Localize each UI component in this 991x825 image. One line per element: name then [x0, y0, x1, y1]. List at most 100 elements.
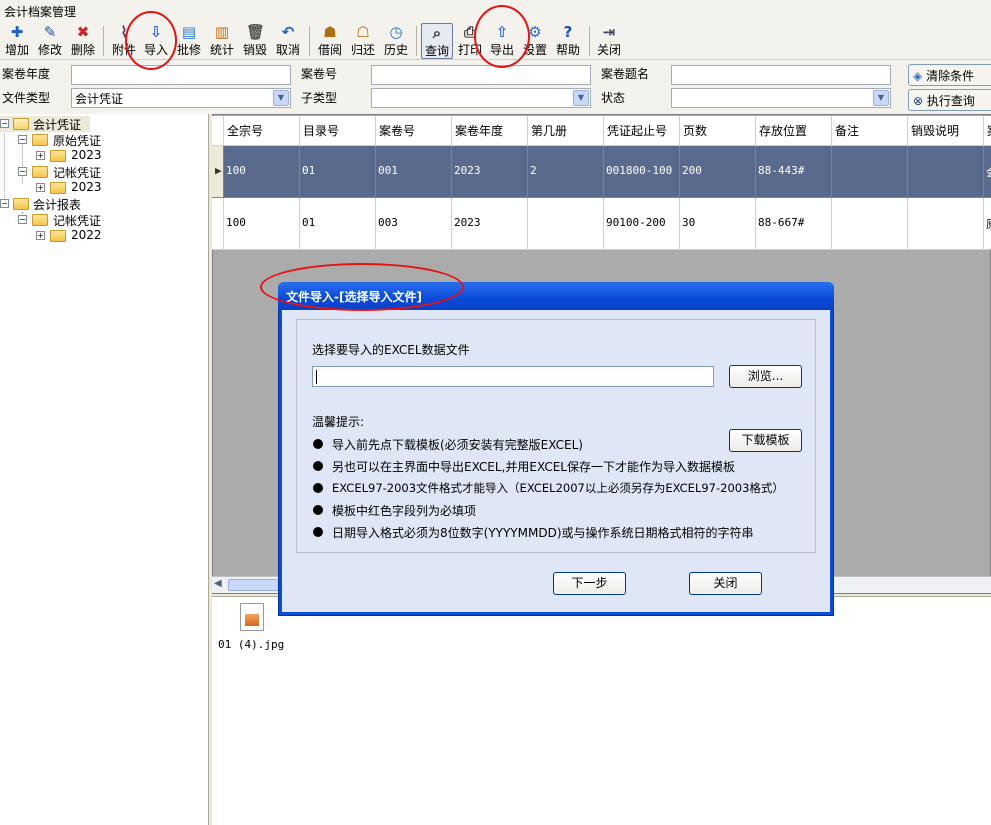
table-cell[interactable]: 30: [680, 198, 756, 250]
column-header[interactable]: 备注: [832, 116, 908, 146]
table-cell[interactable]: 2023: [452, 198, 528, 250]
return-button[interactable]: ☖ 归还: [348, 23, 378, 59]
folder-icon: [32, 214, 48, 226]
volume-no-input[interactable]: [371, 65, 591, 85]
table-cell[interactable]: 88-667#: [756, 198, 832, 250]
column-header[interactable]: 案: [984, 116, 991, 146]
column-header[interactable]: 页数: [680, 116, 756, 146]
collapse-icon[interactable]: −: [0, 199, 9, 208]
expand-icon[interactable]: +: [36, 231, 45, 240]
table-cell[interactable]: 100: [224, 198, 300, 250]
delete-button[interactable]: ✖ 删除: [68, 23, 98, 59]
column-header[interactable]: 存放位置: [756, 116, 832, 146]
table-cell[interactable]: 001: [376, 146, 452, 198]
table-cell[interactable]: 原: [984, 198, 991, 250]
tree-node-accounting-voucher[interactable]: − 会计凭证: [0, 116, 90, 132]
trash-icon: 🗑: [246, 23, 266, 41]
collapse-icon[interactable]: −: [18, 135, 27, 144]
browse-button[interactable]: 浏览...: [729, 365, 802, 388]
help-button[interactable]: ? 帮助: [553, 23, 583, 59]
borrow-button[interactable]: ☗ 借阅: [315, 23, 345, 59]
cancel-button[interactable]: ↶ 取消: [273, 23, 303, 59]
table-cell[interactable]: 90100-200: [604, 198, 680, 250]
folder-icon: [32, 166, 48, 178]
download-template-button[interactable]: 下载模板: [729, 429, 802, 452]
binoculars-icon: ⊗: [913, 94, 924, 108]
add-button[interactable]: ✚ 增加: [2, 23, 32, 59]
tip-item: 导入前先点下载模板(必须安装有完整版EXCEL): [332, 438, 583, 452]
table-cell[interactable]: 2: [528, 146, 604, 198]
collapse-icon[interactable]: −: [18, 215, 27, 224]
table-cell[interactable]: [832, 198, 908, 250]
file-path-input[interactable]: [312, 366, 714, 387]
attachment-filename[interactable]: 01 (4).jpg: [218, 638, 284, 651]
tip-item: 模板中红色字段列为必填项: [332, 504, 477, 518]
toolbar-separator: [103, 26, 104, 56]
file-type-select[interactable]: 会计凭证 ▼: [71, 88, 291, 108]
query-button[interactable]: ⌕ 查询: [421, 23, 453, 59]
collapse-icon[interactable]: −: [18, 167, 27, 176]
edit-button[interactable]: ✎ 修改: [34, 23, 66, 59]
clear-conditions-button[interactable]: ◈ 清除条件: [908, 64, 991, 86]
volume-title-label: 案卷题名: [601, 67, 650, 81]
volume-title-input[interactable]: [671, 65, 891, 85]
column-header[interactable]: 案卷号: [376, 116, 452, 146]
pencil-icon: ✎: [43, 23, 57, 41]
tree-node-year[interactable]: + 2022: [0, 228, 120, 244]
volume-no-label: 案卷号: [301, 67, 338, 81]
tree-node-bookkeeping-voucher[interactable]: − 记帐凭证: [0, 164, 120, 180]
text-caret: [316, 370, 317, 384]
statistics-button[interactable]: ▥ 统计: [207, 23, 237, 59]
table-cell[interactable]: 001800-100: [604, 146, 680, 198]
execute-query-button[interactable]: ⊗ 执行查询: [908, 89, 991, 111]
tree-node-year[interactable]: + 2023: [0, 148, 120, 164]
batch-edit-button[interactable]: ▤ 批修: [174, 23, 204, 59]
table-cell[interactable]: 003: [376, 198, 452, 250]
column-header[interactable]: 案卷年度: [452, 116, 528, 146]
table-cell[interactable]: 2023: [452, 146, 528, 198]
collapse-icon[interactable]: −: [0, 119, 9, 128]
status-select[interactable]: ▼: [671, 88, 891, 108]
table-cell[interactable]: 01: [300, 146, 376, 198]
dialog-close-button[interactable]: 关闭: [689, 572, 762, 595]
exit-button[interactable]: ⇥ 关闭: [594, 23, 624, 59]
image-thumbnail: [245, 614, 259, 626]
next-step-button[interactable]: 下一步: [553, 572, 626, 595]
add-icon: ✚: [10, 23, 24, 41]
scroll-left-icon[interactable]: ◀: [214, 578, 222, 589]
column-header[interactable]: 第几册: [528, 116, 604, 146]
history-button[interactable]: ◷ 历史: [381, 23, 411, 59]
table-cell[interactable]: 会: [984, 146, 991, 198]
tree-node-original-voucher[interactable]: − 原始凭证: [0, 132, 120, 148]
column-header[interactable]: 全宗号: [224, 116, 300, 146]
table-cell[interactable]: [908, 146, 984, 198]
table-cell[interactable]: [908, 198, 984, 250]
folder-icon: [50, 230, 66, 242]
subtype-select[interactable]: ▼: [371, 88, 591, 108]
table-cell[interactable]: [528, 198, 604, 250]
bullet-icon: [313, 505, 323, 515]
tree-node-year[interactable]: + 2023: [0, 180, 120, 196]
table-cell[interactable]: 88-443#: [756, 146, 832, 198]
year-input[interactable]: [71, 65, 291, 85]
table-row[interactable]: 100 01 003 2023 90100-200 30 88-667# 原: [212, 198, 991, 250]
table-cell[interactable]: [832, 146, 908, 198]
column-header[interactable]: 销毁说明: [908, 116, 984, 146]
table-cell[interactable]: 01: [300, 198, 376, 250]
expand-icon[interactable]: +: [36, 151, 45, 160]
column-header[interactable]: 凭证起止号: [604, 116, 680, 146]
year-label: 案卷年度: [2, 67, 51, 81]
expand-icon[interactable]: +: [36, 183, 45, 192]
exit-icon: ⇥: [602, 23, 616, 41]
tree-node-accounting-report[interactable]: − 会计报表: [0, 196, 120, 212]
table-cell[interactable]: 100: [224, 146, 300, 198]
column-header[interactable]: 目录号: [300, 116, 376, 146]
table-cell[interactable]: 200: [680, 146, 756, 198]
destroy-button[interactable]: 🗑 销毁: [240, 23, 270, 59]
table-row[interactable]: ▶ 100 01 001 2023 2 001800-100 200 88-44…: [212, 146, 991, 198]
tree-node-bookkeeping-voucher[interactable]: − 记帐凭证: [0, 212, 120, 228]
bullet-icon: [313, 483, 323, 493]
image-file-icon[interactable]: [240, 603, 264, 631]
subtype-label: 子类型: [301, 91, 338, 105]
help-icon: ?: [563, 23, 573, 41]
